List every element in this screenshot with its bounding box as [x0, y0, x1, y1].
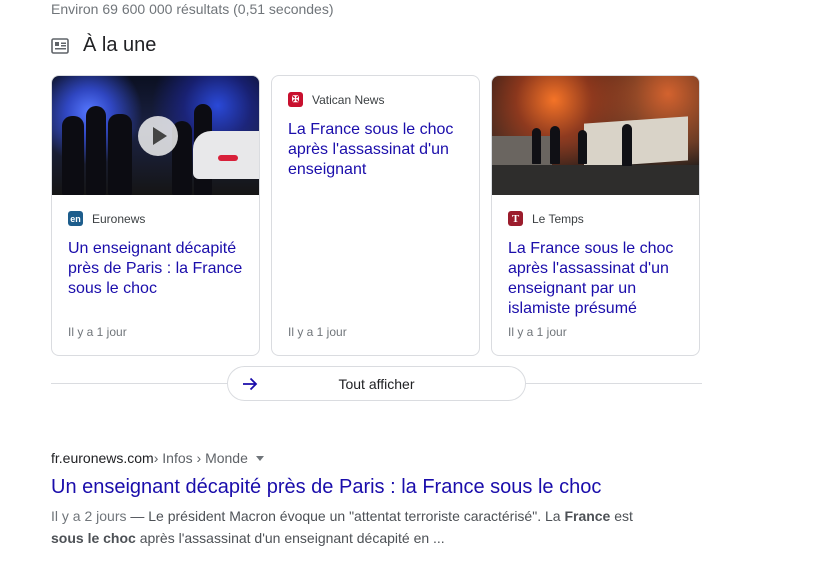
euronews-logo-icon: en	[68, 211, 83, 226]
news-age: Il y a 1 jour	[508, 325, 567, 339]
top-stories-title: À la une	[83, 34, 157, 56]
snippet-text: est	[610, 508, 633, 524]
news-source: en Euronews	[68, 211, 245, 226]
result-domain: fr.euronews.com	[51, 450, 154, 466]
snippet-highlight: France	[564, 508, 611, 524]
news-thumbnail	[52, 76, 259, 195]
le-temps-logo-icon: T	[508, 211, 523, 226]
top-stories-header: À la une	[51, 34, 156, 57]
arrow-right-icon	[242, 376, 258, 392]
news-card-euronews[interactable]: en Euronews Un enseignant décapité près …	[51, 75, 260, 356]
news-age: Il y a 1 jour	[288, 325, 347, 339]
news-icon	[51, 37, 69, 54]
news-source: ✠ Vatican News	[288, 92, 465, 107]
news-headline[interactable]: La France sous le choc après l'assassina…	[508, 239, 685, 319]
result-path: › Infos › Monde	[153, 450, 248, 466]
snippet-highlight: sous le choc	[51, 530, 136, 546]
news-source: T Le Temps	[508, 211, 685, 226]
news-headline[interactable]: Un enseignant décapité près de Paris : l…	[68, 239, 245, 299]
divider	[51, 383, 227, 384]
source-name: Euronews	[92, 211, 146, 226]
news-card-le-temps[interactable]: T Le Temps La France sous le choc après …	[491, 75, 700, 356]
source-name: Le Temps	[532, 211, 584, 226]
show-all-label: Tout afficher	[338, 375, 415, 392]
play-icon[interactable]	[138, 116, 178, 156]
result-title-link[interactable]: Un enseignant décapité près de Paris : l…	[51, 476, 601, 499]
vatican-news-logo-icon: ✠	[288, 92, 303, 107]
source-name: Vatican News	[312, 92, 385, 107]
news-age: Il y a 1 jour	[68, 325, 127, 339]
result-snippet: Il y a 2 jours — Le président Macron évo…	[51, 505, 661, 549]
news-card-vatican-news[interactable]: ✠ Vatican News La France sous le choc ap…	[271, 75, 480, 356]
news-thumbnail	[492, 76, 699, 195]
snippet-text: — Le président Macron évoque un "attenta…	[126, 508, 565, 524]
chevron-down-icon[interactable]	[255, 455, 264, 461]
news-headline[interactable]: La France sous le choc après l'assassina…	[288, 120, 465, 180]
result-date: Il y a 2 jours	[51, 508, 127, 524]
divider	[526, 383, 702, 384]
result-stats: Environ 69 600 000 résultats (0,51 secon…	[51, 1, 334, 17]
show-all-button[interactable]: Tout afficher	[227, 366, 526, 401]
snippet-text: après l'assassinat d'un enseignant décap…	[135, 530, 445, 546]
breadcrumb[interactable]: fr.euronews.com › Infos › Monde	[51, 450, 264, 466]
